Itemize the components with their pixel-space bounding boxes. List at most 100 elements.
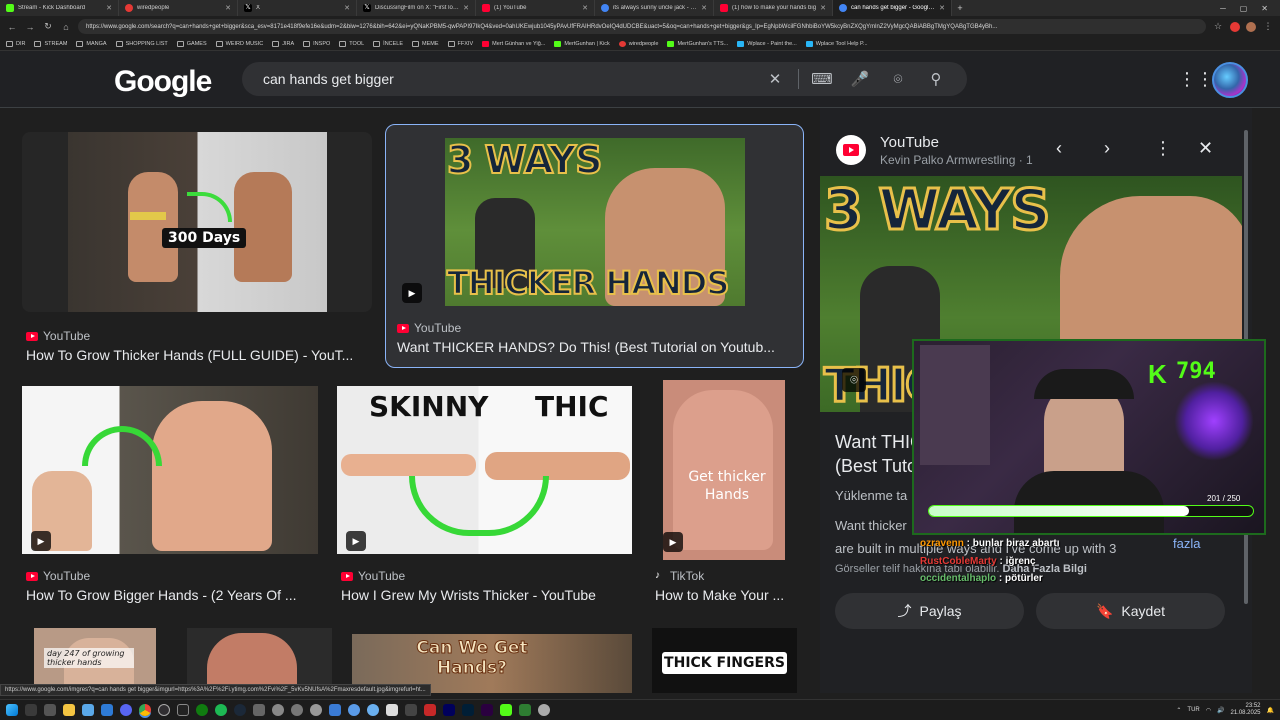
app-icon[interactable] <box>386 704 398 716</box>
start-icon[interactable] <box>6 704 18 716</box>
result-card-5[interactable]: Get thicker Hands ▶ ♪ TikTok How to Make … <box>651 378 801 606</box>
search-taskbar-icon[interactable] <box>25 704 37 716</box>
tab-kick-dashboard[interactable]: Stream - Kick Dashboard ✕ <box>0 0 119 16</box>
result-caption[interactable]: How I Grew My Wrists Thicker - YouTube <box>341 587 631 603</box>
app-icon[interactable] <box>538 704 550 716</box>
audition-icon[interactable] <box>443 704 455 716</box>
wifi-icon[interactable]: ◠ <box>1206 707 1211 714</box>
calendar-icon[interactable] <box>101 704 113 716</box>
result-caption[interactable]: How to Make Your ... <box>655 587 801 603</box>
reload-icon[interactable]: ↻ <box>42 21 54 32</box>
language-indicator[interactable]: TUR <box>1187 707 1199 713</box>
chevron-up-icon[interactable]: ⌃ <box>1176 707 1181 714</box>
tab-its-always-sunny[interactable]: its always sunny uncle jack - Goo ✕ <box>595 0 714 16</box>
premiere-icon[interactable] <box>481 704 493 716</box>
google-logo[interactable]: Google <box>114 65 212 99</box>
volume-icon[interactable]: 🔊 <box>1217 707 1224 714</box>
preview-source[interactable]: YouTube <box>880 134 939 151</box>
profile-icon[interactable] <box>1246 21 1256 32</box>
task-view-icon[interactable] <box>44 704 56 716</box>
tab-youtube-hands[interactable]: (1) how to make your hands big ✕ <box>714 0 833 16</box>
result-caption[interactable]: How To Grow Thicker Hands (FULL GUIDE) -… <box>26 347 372 363</box>
bookmark-shopping-list[interactable]: SHOPPING LIST <box>115 40 168 47</box>
search-icon[interactable]: ⚲ <box>917 70 955 88</box>
back-icon[interactable]: ← <box>6 22 18 32</box>
url-input[interactable]: https://www.google.com/search?q=can+hand… <box>78 19 1206 34</box>
close-icon[interactable]: ✕ <box>939 4 945 12</box>
new-tab-button[interactable]: + <box>952 3 968 13</box>
bookmark-stream[interactable]: STREAM <box>34 40 67 47</box>
forward-icon[interactable]: → <box>24 22 36 32</box>
tab-youtube[interactable]: (1) YouTube ✕ <box>476 0 595 16</box>
bookmark-tool[interactable]: TOOL <box>339 40 364 47</box>
bookmark-inspo[interactable]: INSPO <box>303 40 330 47</box>
terminal-icon[interactable] <box>177 704 189 716</box>
app-icon[interactable] <box>272 704 284 716</box>
result-thumbnail[interactable]: SKINNY THIC <box>337 386 632 554</box>
bookmark-wplace[interactable]: Wplace - Paint the... <box>737 40 797 47</box>
result-thumbnail[interactable]: 300 Days <box>22 132 372 312</box>
app-icon[interactable] <box>500 704 512 716</box>
preview-channel[interactable]: Kevin Palko Armwrestling · 1 <box>880 153 1033 167</box>
preview-title[interactable]: Want THIC (Best Tuto <box>835 430 923 478</box>
close-icon[interactable]: ✕ <box>820 4 826 12</box>
tab-x[interactable]: 𝕏 X ✕ <box>238 0 357 16</box>
lens-icon[interactable]: ⌾ <box>879 71 917 88</box>
bookmark-games[interactable]: GAMES <box>176 40 207 47</box>
close-icon[interactable]: ✕ <box>225 4 231 12</box>
app-icon[interactable] <box>310 704 322 716</box>
app-icon[interactable] <box>367 704 379 716</box>
youtube-logo-icon[interactable] <box>836 135 866 165</box>
bookmark-mert-gunhan[interactable]: Mert Günhan ve Yiğ... <box>482 40 545 47</box>
result-card-9[interactable]: THICK FINGERS <box>652 628 797 693</box>
notepad-icon[interactable] <box>82 704 94 716</box>
bookmark-meme[interactable]: MEME <box>412 40 439 47</box>
xbox-icon[interactable] <box>196 704 208 716</box>
app-icon[interactable] <box>253 704 265 716</box>
app-icon[interactable] <box>291 704 303 716</box>
tab-wiredpeople[interactable]: wiredpeople ✕ <box>119 0 238 16</box>
result-caption[interactable]: How To Grow Bigger Hands - (2 Years Of .… <box>26 587 316 603</box>
app-icon[interactable] <box>424 704 436 716</box>
discord-icon[interactable] <box>120 704 132 716</box>
previous-icon[interactable]: ‹ <box>1056 138 1062 159</box>
bookmark-weird-music[interactable]: WEIRD MUSIC <box>215 40 263 47</box>
close-icon[interactable]: ✕ <box>582 4 588 12</box>
clear-icon[interactable]: ✕ <box>756 70 794 88</box>
microphone-icon[interactable]: 🎤 <box>841 70 879 88</box>
result-thumbnail[interactable]: 3 WAYS THICKER HANDS <box>445 138 745 306</box>
close-icon[interactable]: ✕ <box>463 4 469 12</box>
bookmark-ffxiv[interactable]: FFXIV <box>447 40 473 47</box>
bookmark-incele[interactable]: İNCELE <box>373 40 403 47</box>
notification-icon[interactable]: 🔔 <box>1267 707 1274 714</box>
keyboard-icon[interactable]: ⌨ <box>803 70 841 88</box>
spotify-icon[interactable] <box>215 704 227 716</box>
app-icon[interactable] <box>405 704 417 716</box>
avatar[interactable] <box>1212 62 1248 98</box>
obs-icon[interactable] <box>158 704 170 716</box>
result-card-2-selected[interactable]: 3 WAYS THICKER HANDS ▶ YouTube Want THIC… <box>385 124 804 368</box>
tab-discussingfilm[interactable]: 𝕏 DiscussingFilm on X: "First look at ✕ <box>357 0 476 16</box>
file-explorer-icon[interactable] <box>63 704 75 716</box>
bookmark-dir[interactable]: DIR <box>6 40 25 47</box>
photoshop-icon[interactable] <box>462 704 474 716</box>
tab-google-search[interactable]: can hands get bigger - Google'da ✕ <box>833 0 952 16</box>
bookmark-wiredpeople[interactable]: wiredpeople <box>618 40 658 47</box>
star-icon[interactable]: ☆ <box>1212 21 1224 32</box>
app-icon[interactable] <box>329 704 341 716</box>
close-icon[interactable]: ✕ <box>1198 138 1213 159</box>
maximize-icon[interactable]: ▢ <box>1240 4 1248 13</box>
lens-search-icon[interactable]: ⌾ <box>842 368 866 392</box>
result-thumbnail[interactable] <box>22 386 318 554</box>
more-options-icon[interactable]: ⋮ <box>1154 138 1172 159</box>
bookmark-kick[interactable]: MertGunhan | Kick <box>554 40 610 47</box>
home-icon[interactable]: ⌂ <box>60 22 72 32</box>
close-icon[interactable]: ✕ <box>344 4 350 12</box>
close-window-icon[interactable]: ✕ <box>1261 4 1268 13</box>
share-button[interactable]: ⤴ Paylaş <box>835 593 1024 629</box>
close-icon[interactable]: ✕ <box>701 4 707 12</box>
app-icon[interactable] <box>348 704 360 716</box>
menu-icon[interactable]: ⋮ <box>1262 21 1274 32</box>
minimize-icon[interactable]: ─ <box>1220 4 1226 13</box>
chrome-icon[interactable] <box>139 704 151 716</box>
